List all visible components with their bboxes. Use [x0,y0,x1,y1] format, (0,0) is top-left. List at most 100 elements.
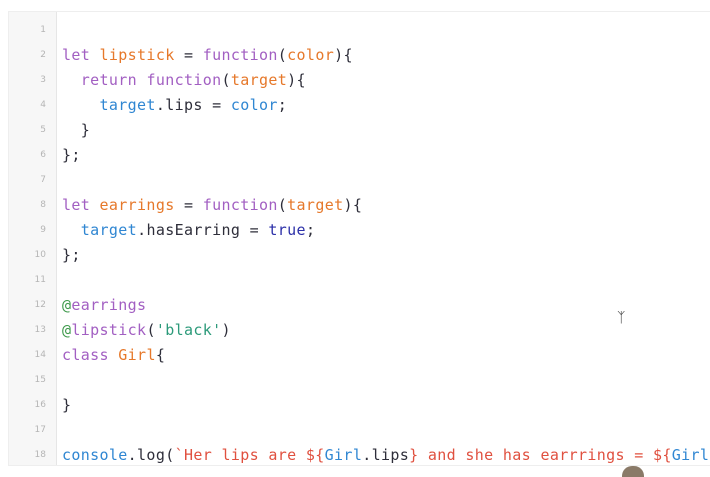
code-token: ; [305,221,316,239]
code-text: target.hasEarring = true; [62,218,315,243]
corner-overlay [622,466,644,477]
code-line[interactable]: 9 target.hasEarring = true; [9,218,710,243]
code-token: Girl [324,446,363,464]
code-token: ){ [343,196,363,214]
code-token: earrings [99,196,175,214]
code-token: @ [62,296,72,314]
code-token: = [174,196,203,214]
code-line[interactable]: 15 [9,368,710,393]
code-token: ; [277,96,288,114]
code-token: } and she has earrrings = ${ [409,446,672,464]
code-text: @lipstick('black') [62,318,231,343]
code-line[interactable]: 14 class Girl{ [9,343,710,368]
code-token: earrings [71,296,147,314]
code-line[interactable]: 12 @earrings [9,293,710,318]
code-token: class [62,346,119,364]
code-token: Girl [671,446,710,464]
code-line[interactable]: 16} [9,393,710,418]
code-token: true [268,221,306,239]
code-token: ){ [334,46,353,64]
line-number: 12 [34,300,46,310]
code-token: }; [62,246,81,264]
line-number: 4 [40,100,46,110]
code-text: target.lips = color; [62,93,287,118]
code-text: let earrings = function(target){ [62,193,362,218]
line-number: 1 [40,25,46,35]
code-token: let [62,46,100,64]
code-token: function [202,196,278,214]
line-number: 13 [34,325,46,335]
code-line[interactable]: 8 let earrings = function(target){ [9,193,710,218]
code-text: class Girl{ [62,343,165,368]
code-token: ( [146,321,156,339]
code-line[interactable]: 13 @lipstick('black') [9,318,710,343]
code-line[interactable]: 2 let lipstick = function(color){ [9,43,710,68]
code-token: } [62,121,91,139]
line-number: 18 [34,450,46,460]
code-line[interactable]: 6}; [9,143,710,168]
code-text: console.log(`Her lips are ${Girl.lips} a… [62,443,710,465]
code-line[interactable]: 10}; [9,243,710,268]
code-token: .lips [362,446,410,464]
code-token: }; [62,146,81,164]
code-token: `Her lips are ${ [174,446,325,464]
code-token: .log( [127,446,175,464]
line-number: 3 [40,75,46,85]
code-token: ( [277,196,288,214]
code-token: .lips = [155,96,231,114]
code-token: ( [277,46,288,64]
line-number: 5 [40,125,46,135]
code-line[interactable]: 4 target.lips = color; [9,93,710,118]
code-line[interactable]: 17 [9,418,710,443]
code-token: let [62,196,100,214]
code-text: } [62,393,71,418]
code-line[interactable]: 1 [9,18,710,43]
code-token: ) [221,321,231,339]
code-token: target [230,71,288,89]
code-text: @earrings [62,293,146,318]
code-token: console [62,446,128,464]
code-token: = [174,46,203,64]
line-number: 10 [34,250,46,260]
code-token: function [202,46,278,64]
line-number: 17 [34,425,46,435]
code-token: color [230,96,278,114]
code-line[interactable]: 11 [9,268,710,293]
code-text: }; [62,243,81,268]
code-token: function [146,71,222,89]
code-token: { [155,346,166,364]
code-token: Girl [118,346,156,364]
code-line[interactable]: 7 [9,168,710,193]
line-number: 16 [34,400,46,410]
code-line[interactable]: 3 return function(target){ [9,68,710,93]
line-number: 14 [34,350,46,360]
code-token: lipstick [71,321,147,339]
code-token: lipstick [99,46,175,64]
code-token: } [62,396,72,414]
code-text: let lipstick = function(color){ [62,43,353,68]
code-token: target [287,196,344,214]
code-editor[interactable]: 1 2 let lipstick = function(color){3 retur… [9,12,710,465]
code-token: .hasEarring = [137,221,269,239]
code-token: color [287,46,335,64]
line-number: 8 [40,200,46,210]
code-token: 'black' [155,321,222,339]
code-text: return function(target){ [62,68,306,93]
code-token: target [80,221,138,239]
code-token: @ [62,321,72,339]
code-text: } [62,118,90,143]
code-token: ( [221,71,231,89]
line-number: 7 [40,175,46,185]
code-text: }; [62,143,81,168]
line-number: 9 [40,225,46,235]
line-number: 11 [34,275,46,285]
code-token: ){ [287,71,306,89]
code-token: target [99,96,156,114]
code-line[interactable]: 5 } [9,118,710,143]
line-number: 15 [34,375,46,385]
code-line[interactable]: 18 console.log(`Her lips are ${Girl.lips}… [9,443,710,465]
code-token: return [80,71,147,89]
